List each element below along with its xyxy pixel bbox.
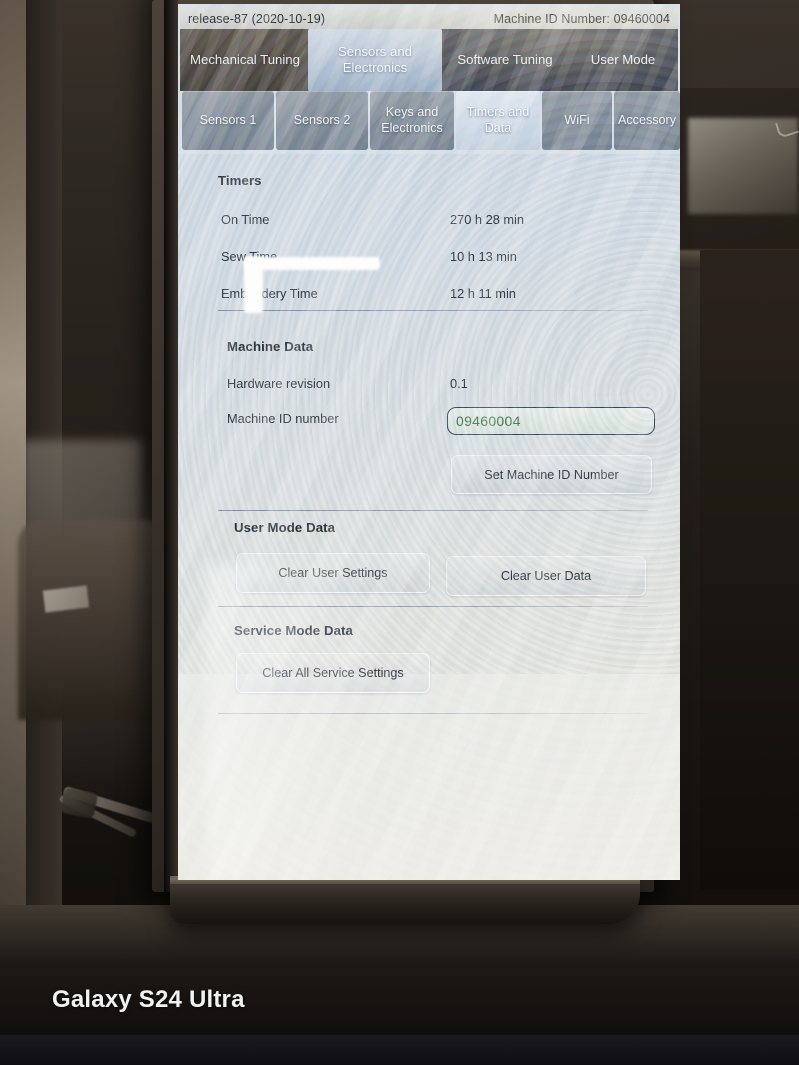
tab-label: Keys and Electronics — [381, 105, 443, 135]
row-label-on-time: On Time — [221, 212, 270, 227]
clear-all-service-settings-button[interactable]: Clear All Service Settings — [236, 653, 430, 693]
titlebar: release-87 (2020-10-19) Machine ID Numbe… — [180, 8, 678, 29]
tab-label: Software Tuning — [457, 51, 553, 67]
clear-user-settings-button[interactable]: Clear User Settings — [236, 553, 430, 593]
tab-label: Sensors and Electronics — [337, 43, 413, 75]
section-title-timers: Timers — [218, 173, 262, 188]
tab-keys-and-electronics[interactable]: Keys and Electronics — [370, 91, 454, 150]
tab-label: WiFi — [564, 112, 590, 127]
divider — [218, 713, 648, 714]
row-label-embroidery-time: Embroidery Time — [221, 286, 318, 301]
release-version-label: release-87 (2020-10-19) — [188, 11, 326, 26]
machine-id-label: Machine ID Number: 09460004 — [493, 11, 670, 26]
screen-bezel-left-edge — [164, 0, 178, 892]
tab-sensors-2[interactable]: Sensors 2 — [276, 91, 368, 150]
tab-user-mode[interactable]: User Mode — [568, 29, 678, 91]
tab-sensors-and-electronics[interactable]: Sensors and Electronics — [308, 29, 442, 91]
tab-label: Timers and Data — [466, 105, 530, 135]
machine-id-input[interactable]: 09460004 — [447, 407, 655, 435]
tab-label: Sensors 2 — [293, 112, 351, 127]
row-label-hardware-revision: Hardware revision — [227, 376, 331, 391]
tab-software-tuning[interactable]: Software Tuning — [442, 29, 568, 91]
tab-label: Accessory — [617, 112, 677, 127]
camera-watermark: Galaxy S24 Ultra — [52, 986, 245, 1013]
row-value-on-time: 270 h 28 min — [450, 212, 524, 227]
tab-mechanical-tuning[interactable]: Mechanical Tuning — [182, 29, 308, 91]
section-title-user-mode-data: User Mode Data — [234, 520, 336, 535]
tab-sensors-1[interactable]: Sensors 1 — [182, 91, 274, 150]
section-title-machine-data: Machine Data — [227, 339, 314, 354]
room-curtain — [700, 250, 799, 890]
secondary-tab-bar: Sensors 1 Sensors 2 Keys and Electronics… — [180, 91, 680, 153]
row-label-machine-id-number: Machine ID number — [227, 411, 339, 426]
photo-bottom-strip — [0, 1035, 799, 1065]
timers-and-data-panel: Timers On Time 270 h 28 min Sew Time 10 … — [180, 153, 678, 878]
tab-wifi[interactable]: WiFi — [542, 91, 612, 150]
row-value-hardware-revision: 0.1 — [450, 376, 468, 391]
tab-accessory[interactable]: Accessory — [614, 91, 680, 150]
section-title-service-mode-data: Service Mode Data — [234, 623, 353, 638]
sewing-machine-display-unit: release-87 (2020-10-19) Machine ID Numbe… — [152, 0, 680, 924]
room-sofa — [18, 520, 158, 720]
set-machine-id-number-button[interactable]: Set Machine ID Number — [451, 455, 652, 494]
divider — [218, 606, 648, 607]
row-value-sew-time: 10 h 13 min — [450, 249, 517, 264]
room-tool — [59, 786, 99, 820]
touchscreen[interactable]: release-87 (2020-10-19) Machine ID Numbe… — [178, 4, 680, 880]
clear-user-data-button[interactable]: Clear User Data — [446, 556, 646, 596]
tab-label: Mechanical Tuning — [190, 51, 300, 67]
tab-label: Sensors 1 — [199, 112, 257, 127]
divider — [218, 310, 648, 311]
tab-timers-and-data[interactable]: Timers and Data — [456, 91, 540, 150]
divider — [218, 510, 648, 511]
tab-label: User Mode — [590, 51, 656, 67]
row-label-sew-time: Sew Time — [221, 249, 278, 264]
machine-base — [170, 878, 640, 924]
primary-tab-bar: Mechanical Tuning Sensors and Electronic… — [180, 29, 678, 91]
row-value-embroidery-time: 12 h 11 min — [450, 286, 516, 301]
